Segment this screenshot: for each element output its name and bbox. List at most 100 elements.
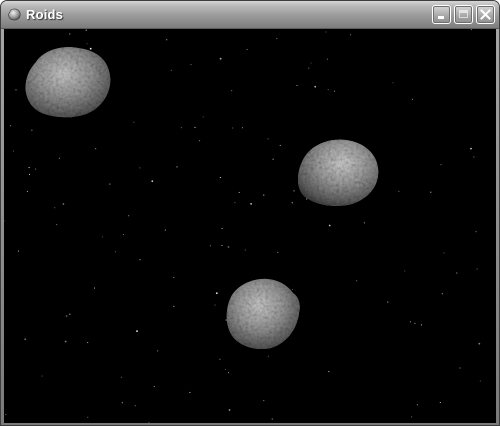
- asteroid-app-icon: [8, 8, 21, 21]
- star: [28, 167, 30, 169]
- star: [308, 67, 310, 69]
- star: [157, 350, 159, 352]
- star: [409, 321, 411, 323]
- game-canvas[interactable]: [4, 29, 496, 423]
- star: [62, 203, 65, 205]
- star: [439, 401, 441, 404]
- star: [479, 380, 481, 382]
- star: [241, 127, 244, 129]
- star: [136, 330, 138, 332]
- star: [263, 194, 265, 196]
- star: [470, 29, 472, 31]
- star: [387, 301, 389, 303]
- star: [475, 231, 477, 233]
- star: [148, 421, 150, 423]
- star: [441, 293, 443, 295]
- star: [151, 180, 154, 183]
- star: [26, 190, 28, 192]
- star: [221, 244, 223, 247]
- star: [232, 127, 234, 129]
- star: [101, 236, 104, 238]
- star: [356, 280, 358, 282]
- star: [411, 416, 413, 418]
- star: [221, 227, 223, 230]
- star: [267, 355, 269, 357]
- window-title: Roids: [26, 7, 64, 22]
- star: [121, 402, 123, 404]
- close-button[interactable]: [476, 5, 495, 24]
- title-bar[interactable]: Roids: [1, 1, 499, 29]
- star: [139, 167, 141, 169]
- star: [404, 270, 406, 272]
- star: [173, 305, 175, 307]
- star: [10, 125, 12, 127]
- star: [69, 313, 71, 315]
- star: [231, 90, 233, 92]
- star: [326, 58, 329, 60]
- star: [31, 129, 33, 131]
- asteroid: [25, 47, 111, 118]
- star: [238, 191, 240, 193]
- star: [250, 203, 253, 205]
- star: [267, 138, 269, 140]
- star: [244, 249, 246, 251]
- star: [122, 234, 124, 236]
- star: [128, 215, 130, 217]
- star: [170, 69, 172, 71]
- star: [272, 158, 274, 160]
- star: [153, 386, 155, 388]
- minimize-button[interactable]: [432, 5, 451, 24]
- star: [180, 127, 182, 129]
- star: [189, 391, 191, 393]
- star: [93, 287, 96, 289]
- star: [109, 183, 111, 185]
- star: [34, 168, 37, 170]
- star: [314, 85, 317, 88]
- star: [65, 315, 68, 317]
- star: [56, 224, 58, 226]
- star: [219, 57, 222, 60]
- star: [95, 148, 97, 150]
- star: [363, 222, 365, 224]
- star: [173, 276, 175, 278]
- maximize-button: [454, 5, 473, 24]
- star: [271, 418, 273, 420]
- star: [473, 156, 475, 158]
- star: [277, 251, 279, 254]
- star: [296, 84, 298, 87]
- star: [194, 126, 196, 128]
- star: [411, 98, 414, 100]
- star: [325, 31, 327, 33]
- star: [276, 37, 278, 40]
- star: [219, 177, 221, 179]
- star: [164, 229, 166, 231]
- star: [4, 220, 5, 222]
- star: [334, 90, 336, 92]
- asteroid: [298, 139, 379, 206]
- star: [15, 89, 17, 91]
- star: [134, 405, 136, 407]
- star: [443, 252, 445, 254]
- star: [227, 246, 230, 248]
- star: [416, 404, 418, 406]
- star: [279, 144, 281, 146]
- star: [41, 375, 43, 377]
- star: [190, 64, 192, 66]
- star: [234, 202, 236, 204]
- star: [227, 372, 230, 374]
- star: [291, 202, 293, 204]
- star: [327, 89, 329, 91]
- star: [87, 416, 89, 418]
- star: [69, 33, 71, 35]
- star: [420, 324, 422, 326]
- star: [12, 150, 15, 152]
- star: [459, 367, 461, 369]
- game-window: Roids: [0, 0, 500, 426]
- star: [478, 342, 481, 345]
- star: [199, 140, 201, 142]
- star: [214, 304, 216, 306]
- close-icon: [480, 9, 491, 20]
- star: [58, 157, 60, 159]
- star: [202, 116, 204, 118]
- star: [28, 173, 31, 175]
